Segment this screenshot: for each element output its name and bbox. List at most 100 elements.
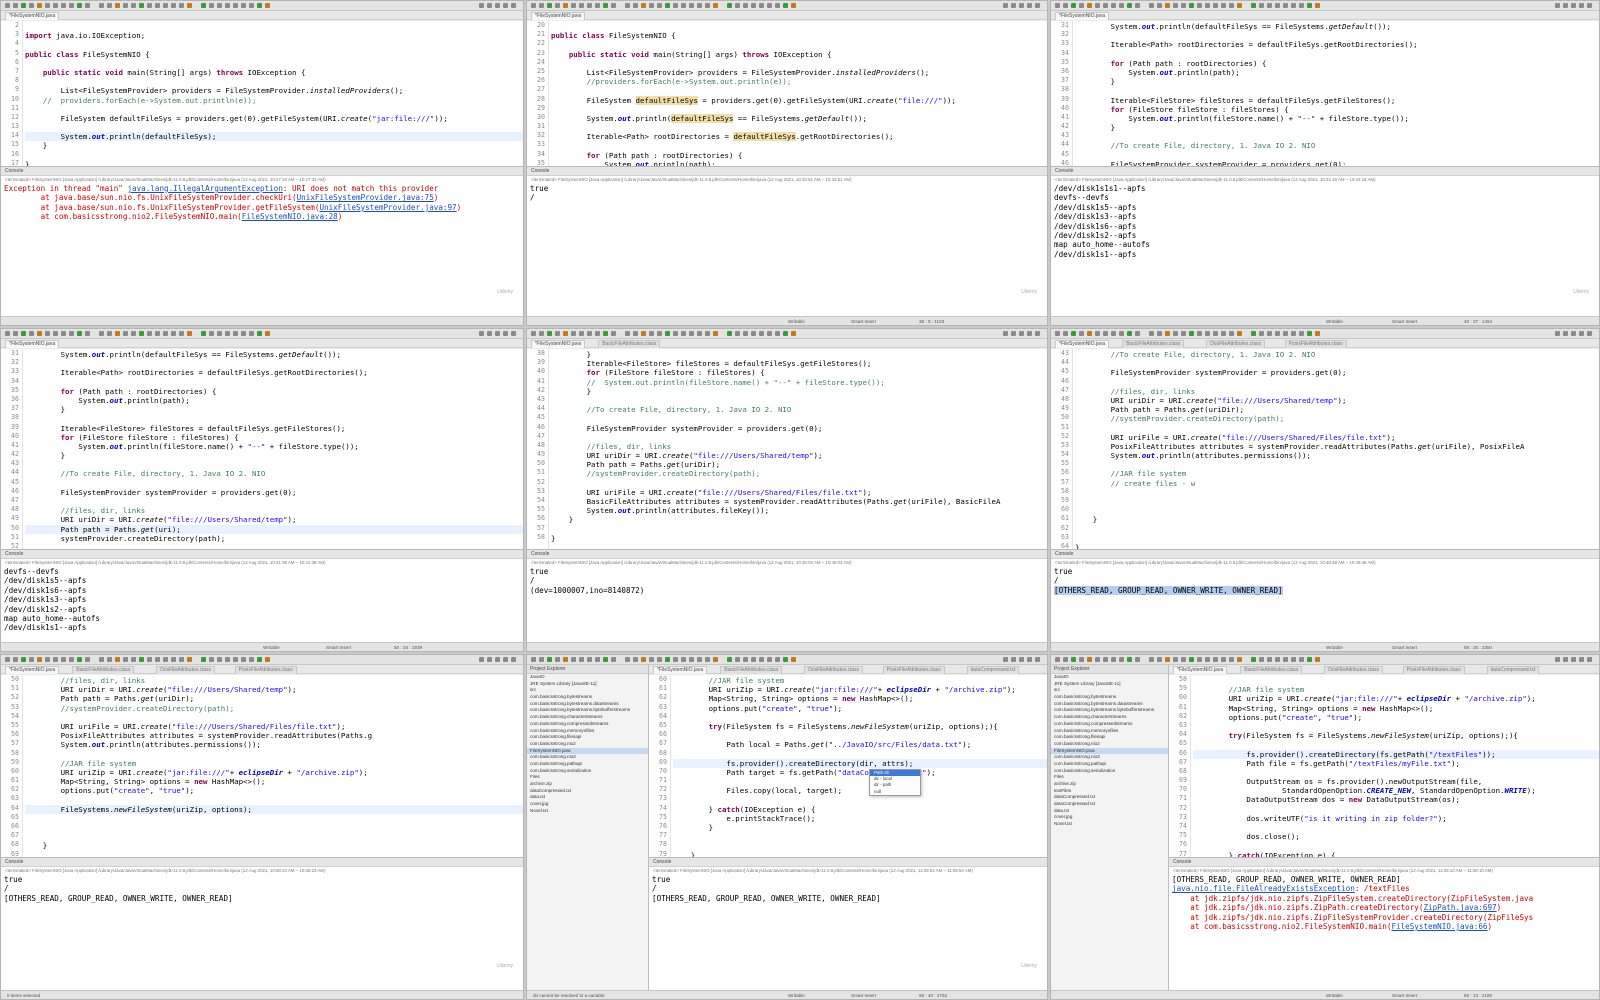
toolbar-icon[interactable] — [1127, 3, 1132, 8]
toolbar-icon[interactable] — [1189, 331, 1194, 336]
toolbar-icon[interactable] — [1307, 657, 1312, 662]
code-line[interactable]: Iterable<Path> rootDirectories = default… — [25, 368, 523, 377]
toolbar-icon[interactable] — [179, 331, 184, 336]
code-line[interactable]: System.out.println(path); — [25, 396, 523, 405]
toolbar-icon[interactable] — [1079, 331, 1084, 336]
toolbar-icon[interactable] — [187, 657, 192, 662]
toolbar-icon[interactable] — [5, 331, 10, 336]
editor-tab[interactable]: *FileSystemNIO.java — [531, 340, 586, 348]
toolbar-icon[interactable] — [1251, 657, 1256, 662]
toolbar-icon[interactable] — [147, 331, 152, 336]
toolbar-icon[interactable] — [53, 331, 58, 336]
toolbar-icon[interactable] — [705, 3, 710, 8]
toolbar-icon[interactable] — [99, 657, 104, 662]
perspective-icon[interactable] — [503, 657, 508, 662]
toolbar-icon[interactable] — [265, 657, 270, 662]
console-title[interactable]: Console — [527, 167, 1047, 176]
code-line[interactable]: try(FileSystem fs = FileSystems.newFileS… — [1193, 731, 1599, 740]
code-editor[interactable]: 3132333435363738394041424344454647484950… — [1051, 21, 1599, 166]
toolbar-icon[interactable] — [1267, 3, 1272, 8]
toolbar-icon[interactable] — [587, 657, 592, 662]
code-line[interactable] — [25, 77, 523, 86]
perspective-icon[interactable] — [1571, 657, 1576, 662]
toolbar-icon[interactable] — [1299, 331, 1304, 336]
toolbar-icon[interactable] — [751, 657, 756, 662]
toolbar-icon[interactable] — [1071, 3, 1076, 8]
toolbar-icon[interactable] — [641, 657, 646, 662]
toolbar-icon[interactable] — [155, 331, 160, 336]
perspective-icon[interactable] — [1563, 331, 1568, 336]
toolbar-icon[interactable] — [1221, 3, 1226, 8]
perspective-icon[interactable] — [1019, 3, 1024, 8]
code-line[interactable]: public class FileSystemNIO { — [551, 31, 1047, 40]
code-line[interactable]: List<FileSystemProvider> providers = Fil… — [25, 86, 523, 95]
code-line[interactable] — [25, 151, 523, 160]
toolbar-icon[interactable] — [257, 657, 262, 662]
code-line[interactable]: // providers.forEach(e->System.out.print… — [25, 96, 523, 105]
code-line[interactable]: } — [551, 515, 1047, 524]
toolbar-icon[interactable] — [61, 657, 66, 662]
editor-tab[interactable]: *FileSystemNIO.java — [1173, 666, 1228, 674]
code-line[interactable]: options.put("create", "true"); — [25, 786, 523, 795]
toolbar-icon[interactable] — [735, 331, 740, 336]
toolbar-icon[interactable] — [1205, 657, 1210, 662]
tree-item[interactable]: dataCompressed.txt — [1051, 794, 1168, 801]
toolbar-icon[interactable] — [531, 657, 536, 662]
code-line[interactable] — [673, 750, 1047, 759]
toolbar-icon[interactable] — [1259, 331, 1264, 336]
toolbar-icon[interactable] — [579, 331, 584, 336]
console-title[interactable]: Console — [1, 167, 523, 176]
code-line[interactable]: Path file = fs.getPath("/textFiles/myFil… — [1193, 759, 1599, 768]
code-line[interactable] — [1075, 50, 1599, 59]
toolbar-icon[interactable] — [1095, 331, 1100, 336]
tree-item[interactable]: archive.zip — [1051, 781, 1168, 788]
code-line[interactable] — [25, 123, 523, 132]
toolbar-icon[interactable] — [209, 657, 214, 662]
toolbar-icon[interactable] — [217, 331, 222, 336]
toolbar-icon[interactable] — [123, 3, 128, 8]
toolbar-icon[interactable] — [1283, 3, 1288, 8]
code-line[interactable]: URI uriDir = URI.create("file:///Users/S… — [1075, 396, 1599, 405]
code-editor[interactable]: 43 44 45 46 47 48 49 50 51 52 53 54 55 56 57 58 59 60 61 62… — [1051, 349, 1599, 549]
code-line[interactable]: BasicFileAttributes attributes = systemP… — [551, 497, 1047, 506]
tree-item[interactable]: JavaIO — [527, 674, 648, 681]
toolbar-icon[interactable] — [5, 3, 10, 8]
code-line[interactable]: Path path = Paths.get(uriDir); — [551, 460, 1047, 469]
toolbar-icon[interactable] — [1291, 3, 1296, 8]
toolbar-icon[interactable] — [45, 657, 50, 662]
toolbar-icon[interactable] — [735, 3, 740, 8]
toolbar-icon[interactable] — [539, 331, 544, 336]
code-line[interactable] — [25, 497, 523, 506]
toolbar-icon[interactable] — [1213, 657, 1218, 662]
perspective-icon[interactable] — [1587, 657, 1592, 662]
code-line[interactable]: } — [551, 387, 1047, 396]
tree-item[interactable]: com.basicsstrong.compressedstreams — [527, 721, 648, 728]
toolbar-icon[interactable] — [179, 657, 184, 662]
toolbar-icon[interactable] — [743, 657, 748, 662]
console-title[interactable]: Console — [1051, 167, 1599, 176]
toolbar-icon[interactable] — [1135, 331, 1140, 336]
toolbar-icon[interactable] — [1221, 331, 1226, 336]
toolbar-icon[interactable] — [1103, 331, 1108, 336]
code-line[interactable]: DataOutputStream dos = new DataOutputStr… — [1193, 795, 1599, 804]
editor-tab[interactable]: *FileSystemNIO.java — [5, 666, 60, 674]
toolbar-icon[interactable] — [1221, 657, 1226, 662]
code-line[interactable]: systemProvider.createDirectory(path); — [25, 534, 523, 543]
tree-item[interactable]: Novel.txt — [1051, 821, 1168, 828]
tree-item[interactable]: com.basicsstrong.bytestreams.bytebuffers… — [1051, 707, 1168, 714]
code-line[interactable]: dos.writeUTF("is it writing in zip folde… — [1193, 814, 1599, 823]
toolbar-icon[interactable] — [147, 657, 152, 662]
toolbar-icon[interactable] — [37, 3, 42, 8]
toolbar-icon[interactable] — [1307, 3, 1312, 8]
tree-item[interactable]: dataCompressed.txt — [527, 788, 648, 795]
code-line[interactable]: public static void main(String[] args) t… — [551, 50, 1047, 59]
toolbar-icon[interactable] — [1071, 331, 1076, 336]
perspective-icon[interactable] — [1003, 657, 1008, 662]
toolbar-icon[interactable] — [1283, 657, 1288, 662]
toolbar-icon[interactable] — [1213, 331, 1218, 336]
perspective-icon[interactable] — [1011, 3, 1016, 8]
toolbar-icon[interactable] — [649, 331, 654, 336]
toolbar-icon[interactable] — [53, 657, 58, 662]
code-line[interactable]: options.put("create", "true"); — [1193, 713, 1599, 722]
code-line[interactable]: //JAR file system — [673, 676, 1047, 685]
